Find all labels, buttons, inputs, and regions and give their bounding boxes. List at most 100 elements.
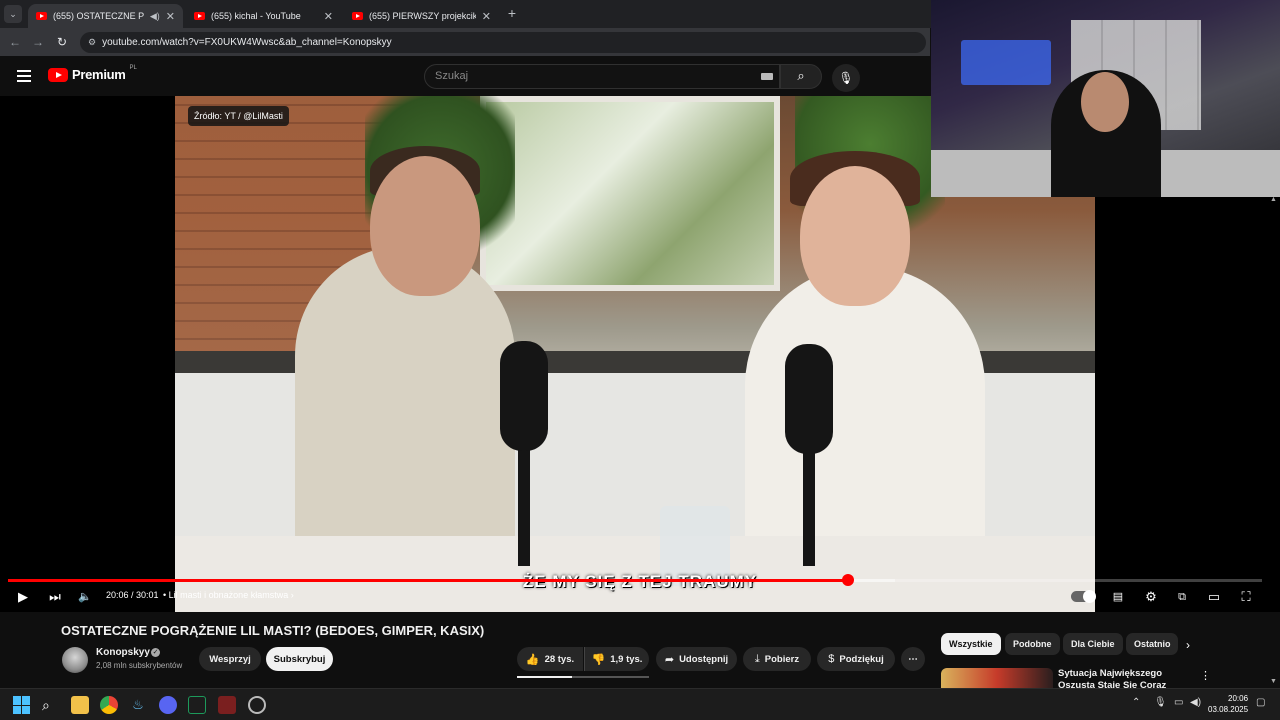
logo-region: PL [129,64,137,71]
verified-icon: ✓ [151,648,160,657]
voice-search-button[interactable]: 🎙 [832,64,860,92]
network-icon[interactable]: ▭ [1174,697,1183,708]
video-scene-head [370,156,480,296]
scroll-down-icon[interactable]: ▼ [1270,678,1277,685]
search-input[interactable]: Szukaj [424,64,780,89]
chapter-title[interactable]: • Lil masti i obnażone kłamstwa › [163,590,294,600]
progress-played [8,579,849,582]
back-icon[interactable]: ← [7,34,23,50]
search-icon: ⌕ [797,68,805,83]
download-label: Pobierz [764,653,800,665]
more-actions-button[interactable]: ⋯ [901,647,925,671]
chrome-icon[interactable] [100,696,118,714]
address-bar[interactable]: ⚙ youtube.com/watch?v=FX0UKW4Wwsc&ab_cha… [80,32,926,53]
close-tab-icon[interactable]: ✕ [166,10,175,23]
browser-toolbar: ← → ↻ ⚙ youtube.com/watch?v=FX0UKW4Wwsc&… [0,28,930,56]
recommendation-title[interactable]: Sytuacja Największego Oszusta Staje Się … [1058,668,1198,690]
chip-all[interactable]: Wszystkie [941,633,1001,655]
settings-icon[interactable]: ⚙ [1141,588,1161,606]
menu-icon[interactable] [17,70,31,82]
chapter-text: • Lil masti i obnażone kłamstwa [163,590,289,600]
video-scene-mic-stand [518,446,530,566]
search-button[interactable]: ⌕ [780,64,822,89]
excel-icon[interactable] [188,696,206,714]
volume-tray-icon[interactable]: ◀) [1190,697,1201,708]
miniplayer-icon[interactable]: ⧉ [1172,588,1192,606]
thumbs-up-icon: 👍 [525,653,540,666]
reload-icon[interactable]: ↻ [54,34,70,50]
forward-icon[interactable]: → [30,34,46,50]
video-scene-mic-stand [803,451,815,566]
theater-mode-icon[interactable]: ▭ [1204,588,1224,606]
webcam-scene-monitor [961,40,1051,85]
tab-kichal[interactable]: (655) kichal - YouTube ✕ [186,4,341,28]
thanks-label: Podziękuj [839,653,884,665]
taskbar-clock[interactable]: 20:06 03.08.2025 [1208,693,1248,715]
volume-icon[interactable]: 🔈 [76,588,94,606]
app-icon[interactable] [218,696,236,714]
youtube-favicon-icon [194,12,205,20]
thanks-icon: $ [828,653,835,665]
thanks-button[interactable]: $ Podziękuj [817,647,895,671]
support-button[interactable]: Wesprzyj [199,647,261,671]
thumbs-down-icon: 👎 [591,653,606,666]
progress-bar[interactable] [8,579,1262,582]
chevron-right-icon[interactable]: › [1186,638,1190,652]
steam-icon[interactable]: ♨ [129,696,147,714]
site-info-icon[interactable]: ⚙ [88,37,96,48]
tab-pierwszy[interactable]: (655) PIERWSZY projekcik BRU ✕ [344,4,499,28]
play-icon[interactable]: ▶ [14,588,32,606]
chip-related[interactable]: Podobne [1005,633,1060,655]
share-label: Udostępnij [679,653,729,665]
notifications-icon[interactable]: ▢ [1256,697,1265,708]
source-badge: Źródło: YT / @LilMasti [188,106,289,126]
new-tab-button[interactable]: + [504,4,520,22]
scroll-up-icon[interactable]: ▲ [1270,196,1277,203]
youtube-header: Premium PL Szukaj ⌕ 🎙 [0,56,930,96]
subtitles-icon[interactable]: ▤ [1108,588,1128,606]
webcam-overlay [931,0,1280,197]
share-button[interactable]: ➦ Udostępnij [656,647,737,671]
tab-search-button[interactable]: ⌄ [4,5,22,23]
windows-start-icon[interactable] [13,696,31,714]
fullscreen-icon[interactable]: ⛶ [1236,588,1256,606]
channel-name[interactable]: Konopskyy [96,647,150,658]
like-button[interactable]: 👍 28 tys. [517,647,583,671]
video-scene-window [480,96,780,291]
channel-avatar[interactable] [62,647,88,673]
download-button[interactable]: ⤓ Pobierz [743,647,811,671]
autoplay-toggle[interactable] [1071,590,1096,603]
tab-title: (655) PIERWSZY projekcik BRU [369,11,476,21]
dislike-button[interactable]: 👎 1,9 tys. [584,647,649,671]
download-icon: ⤓ [754,652,760,665]
player-controls: ▶ ⏭ 🔈 20:06 / 30:01 • Lil masti i obnażo… [0,586,1280,608]
obs-icon[interactable] [248,696,266,714]
next-icon[interactable]: ⏭ [46,588,64,606]
discord-icon[interactable] [159,696,177,714]
recommendation-thumbnail[interactable] [941,668,1053,688]
search-icon[interactable]: ⌕ [42,696,60,714]
chip-recent[interactable]: Ostatnio [1126,633,1178,655]
tab-active[interactable]: (655) OSTATECZNE POGRĄ ◀) ✕ [28,4,183,28]
video-scene-microphone [500,341,548,451]
like-ratio-bar [517,676,649,678]
tab-title: (655) OSTATECZNE POGRĄ [53,11,144,21]
close-tab-icon[interactable]: ✕ [482,10,491,23]
mic-icon: 🎙 [838,71,854,85]
tray-chevron-icon[interactable]: ⌃ [1132,697,1140,708]
speaker-icon[interactable]: ◀) [150,11,160,22]
share-icon: ➦ [664,653,675,666]
keyboard-icon[interactable] [761,73,773,80]
more-vert-icon[interactable]: ⋮ [1200,669,1211,682]
youtube-logo[interactable]: Premium PL [48,64,137,82]
video-scene-microphone [785,344,833,454]
logo-text: Premium [72,67,126,82]
subscriber-count: 2,08 mln subskrybentów [96,661,183,670]
youtube-play-icon [48,67,68,82]
subscribe-button[interactable]: Subskrybuj [266,647,333,671]
file-explorer-icon[interactable] [71,696,89,714]
tray-mic-icon[interactable]: 🎙 [1154,697,1167,708]
chip-for-you[interactable]: Dla Ciebie [1063,633,1123,655]
close-tab-icon[interactable]: ✕ [324,10,333,23]
video-scene-head [800,166,910,306]
